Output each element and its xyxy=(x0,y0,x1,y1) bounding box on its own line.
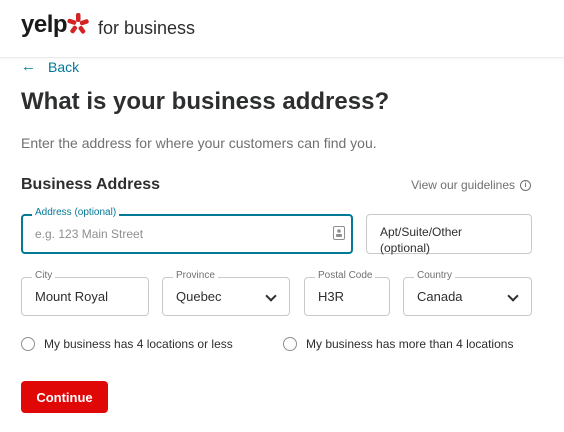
radio-button[interactable] xyxy=(21,337,35,351)
country-label: Country xyxy=(414,270,456,281)
for-business-label: for business xyxy=(98,18,196,38)
contact-card-icon[interactable] xyxy=(333,226,345,240)
yelp-logo[interactable]: yelp xyxy=(21,11,68,39)
arrow-left-icon: ← xyxy=(21,58,36,75)
locations-option-few[interactable]: My business has 4 locations or less xyxy=(21,337,233,351)
radio-button[interactable] xyxy=(283,337,297,351)
view-guidelines-link[interactable]: View our guidelines i xyxy=(411,178,531,192)
apt-suite-field[interactable]: Apt/Suite/Other (optional) xyxy=(366,214,532,255)
top-header: yelp for business xyxy=(0,0,564,58)
page-title: What is your business address? xyxy=(21,88,390,115)
locations-option-many[interactable]: My business has more than 4 locations xyxy=(283,337,513,351)
address-label: Address (optional) xyxy=(32,207,120,218)
chevron-down-icon xyxy=(507,290,519,302)
yelp-burst-icon xyxy=(67,13,89,34)
back-label: Back xyxy=(48,58,80,75)
locations-many-label: My business has more than 4 locations xyxy=(306,337,514,351)
continue-button[interactable]: Continue xyxy=(21,381,108,413)
province-select[interactable]: Province Quebec xyxy=(162,270,290,316)
city-field[interactable]: City Mount Royal xyxy=(21,270,149,316)
country-value: Canada xyxy=(417,289,463,304)
section-title: Business Address xyxy=(21,176,161,193)
apt-suite-placeholder: Apt/Suite/Other (optional) xyxy=(380,225,463,255)
address-field[interactable]: Address (optional) e.g. 123 Main Street xyxy=(21,207,353,254)
postal-code-field[interactable]: Postal Code H3R xyxy=(304,270,390,316)
city-label: City xyxy=(32,270,56,281)
guidelines-label: View our guidelines xyxy=(411,178,515,192)
chevron-down-icon xyxy=(265,290,277,302)
country-select[interactable]: Country Canada xyxy=(403,270,532,316)
address-placeholder: e.g. 123 Main Street xyxy=(35,227,144,241)
back-link[interactable]: ← Back xyxy=(21,58,79,75)
province-label: Province xyxy=(173,270,218,281)
province-value: Quebec xyxy=(176,289,222,304)
info-icon: i xyxy=(520,179,531,191)
city-value: Mount Royal xyxy=(35,289,108,304)
locations-few-label: My business has 4 locations or less xyxy=(44,337,233,351)
postal-code-value: H3R xyxy=(318,289,345,304)
postal-code-label: Postal Code xyxy=(315,270,376,281)
page-subtitle: Enter the address for where your custome… xyxy=(21,135,377,151)
